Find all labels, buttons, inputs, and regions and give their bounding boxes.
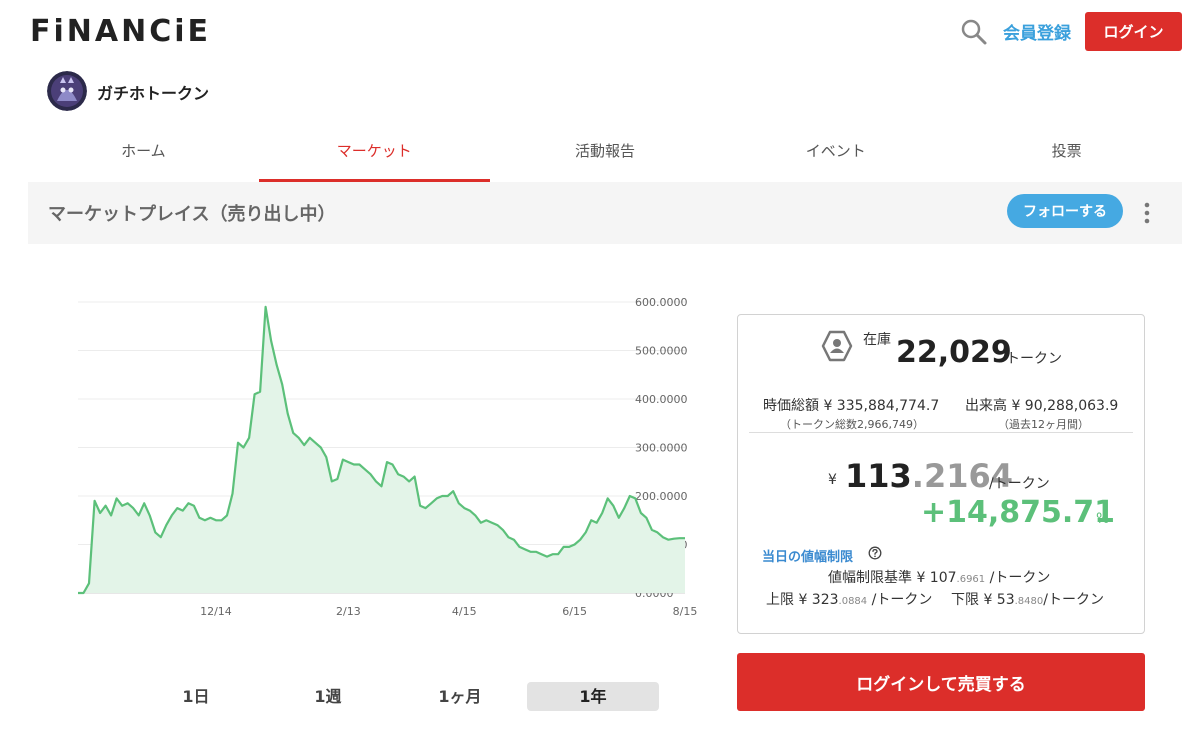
period-1-week[interactable]: 1週 xyxy=(262,682,394,711)
limit-base-unit: /トークン xyxy=(985,570,1051,586)
upper-limit-decimal: .0884 xyxy=(838,596,868,607)
marketplace-header: マーケットプレイス（売り出し中） フォローする xyxy=(28,182,1182,244)
price-integer: 113 xyxy=(845,457,912,495)
user-badge-icon xyxy=(821,330,853,362)
financie-logo[interactable]: FiNANCiE xyxy=(30,14,211,49)
upper-limit: 上限 ¥ 323.0884 /トークン xyxy=(766,589,932,609)
tab-activity-report[interactable]: 活動報告 xyxy=(490,128,721,182)
price-currency: ¥ xyxy=(828,472,837,488)
period-1-day[interactable]: 1日 xyxy=(130,682,262,711)
limit-base-prefix: 値幅制限基準 ¥ 107 xyxy=(828,570,957,586)
token-price: 113.2164 xyxy=(845,457,1013,495)
divider xyxy=(749,432,1133,433)
stock-label: 在庫 xyxy=(863,332,891,348)
section-title: マーケットプレイス（売り出し中） xyxy=(48,204,336,225)
nav-tabs: ホーム マーケット 活動報告 イベント 投票 xyxy=(28,128,1182,182)
period-1-year[interactable]: 1年 xyxy=(527,682,659,711)
x-tick-label: 8/15 xyxy=(673,605,698,618)
x-tick-label: 4/15 xyxy=(452,605,477,618)
price-unit: /トークン xyxy=(989,476,1050,492)
more-vertical-icon xyxy=(1144,202,1150,224)
price-area-fill xyxy=(78,306,685,593)
more-menu-button[interactable] xyxy=(1138,199,1156,227)
period-1-month[interactable]: 1ヶ月 xyxy=(394,682,526,711)
total-supply: （トークン総数2,966,749） xyxy=(780,418,924,431)
tab-event[interactable]: イベント xyxy=(720,128,951,182)
lower-limit: 下限 ¥ 53.8480/トークン xyxy=(951,589,1104,609)
upper-limit-prefix: 上限 ¥ 323 xyxy=(766,592,839,608)
search-icon xyxy=(961,19,987,45)
market-stats-card: 在庫 22,029 トークン 時価総額 ¥ 335,884,774.7 （トーク… xyxy=(737,314,1145,634)
login-to-trade-button[interactable]: ログインして売買する xyxy=(737,653,1145,711)
avatar-image xyxy=(47,71,87,111)
tab-vote[interactable]: 投票 xyxy=(951,128,1182,182)
y-tick-label: 300.0000 xyxy=(635,442,688,455)
x-tick-label: 6/15 xyxy=(562,605,587,618)
follow-button[interactable]: フォローする xyxy=(1007,194,1123,228)
lower-limit-decimal: .8480 xyxy=(1014,596,1044,607)
project-name[interactable]: ガチホトークン xyxy=(97,80,209,104)
register-link[interactable]: 会員登録 xyxy=(1003,19,1071,44)
limit-base-price: 値幅制限基準 ¥ 107.6961 /トークン xyxy=(828,567,1050,587)
y-tick-label: 200.0000 xyxy=(635,490,688,503)
market-cap: 時価総額 ¥ 335,884,774.7 xyxy=(763,398,940,414)
x-tick-label: 12/14 xyxy=(200,605,232,618)
limit-base-decimal: .6961 xyxy=(956,574,986,585)
tab-market[interactable]: マーケット xyxy=(258,128,490,182)
price-change: +14,875.71 xyxy=(921,495,1116,530)
daily-limit-link[interactable]: 当日の値幅制限 xyxy=(762,546,853,565)
volume-period: （過去12ヶ月間） xyxy=(998,418,1089,431)
x-tick-label: 2/13 xyxy=(336,605,361,618)
y-tick-label: 600.0000 xyxy=(635,296,688,309)
project-avatar[interactable] xyxy=(47,71,87,111)
stock-value: 22,029 xyxy=(896,335,1012,370)
price-chart: 0.0000100.0000200.0000300.0000400.000050… xyxy=(78,296,698,618)
y-tick-label: 500.0000 xyxy=(635,345,688,358)
stock-unit: トークン xyxy=(1006,351,1062,367)
upper-limit-unit: /トークン xyxy=(867,592,933,608)
tab-home[interactable]: ホーム xyxy=(28,128,259,182)
search-button[interactable] xyxy=(960,18,988,46)
help-icon[interactable] xyxy=(868,546,882,560)
y-tick-label: 400.0000 xyxy=(635,393,688,406)
lower-limit-prefix: 下限 ¥ 53 xyxy=(951,592,1015,608)
lower-limit-unit: /トークン xyxy=(1043,592,1104,608)
trading-volume: 出来高 ¥ 90,288,063.9 xyxy=(965,398,1119,414)
change-percent-sign: % xyxy=(1096,511,1110,527)
login-button[interactable]: ログイン xyxy=(1085,12,1182,51)
